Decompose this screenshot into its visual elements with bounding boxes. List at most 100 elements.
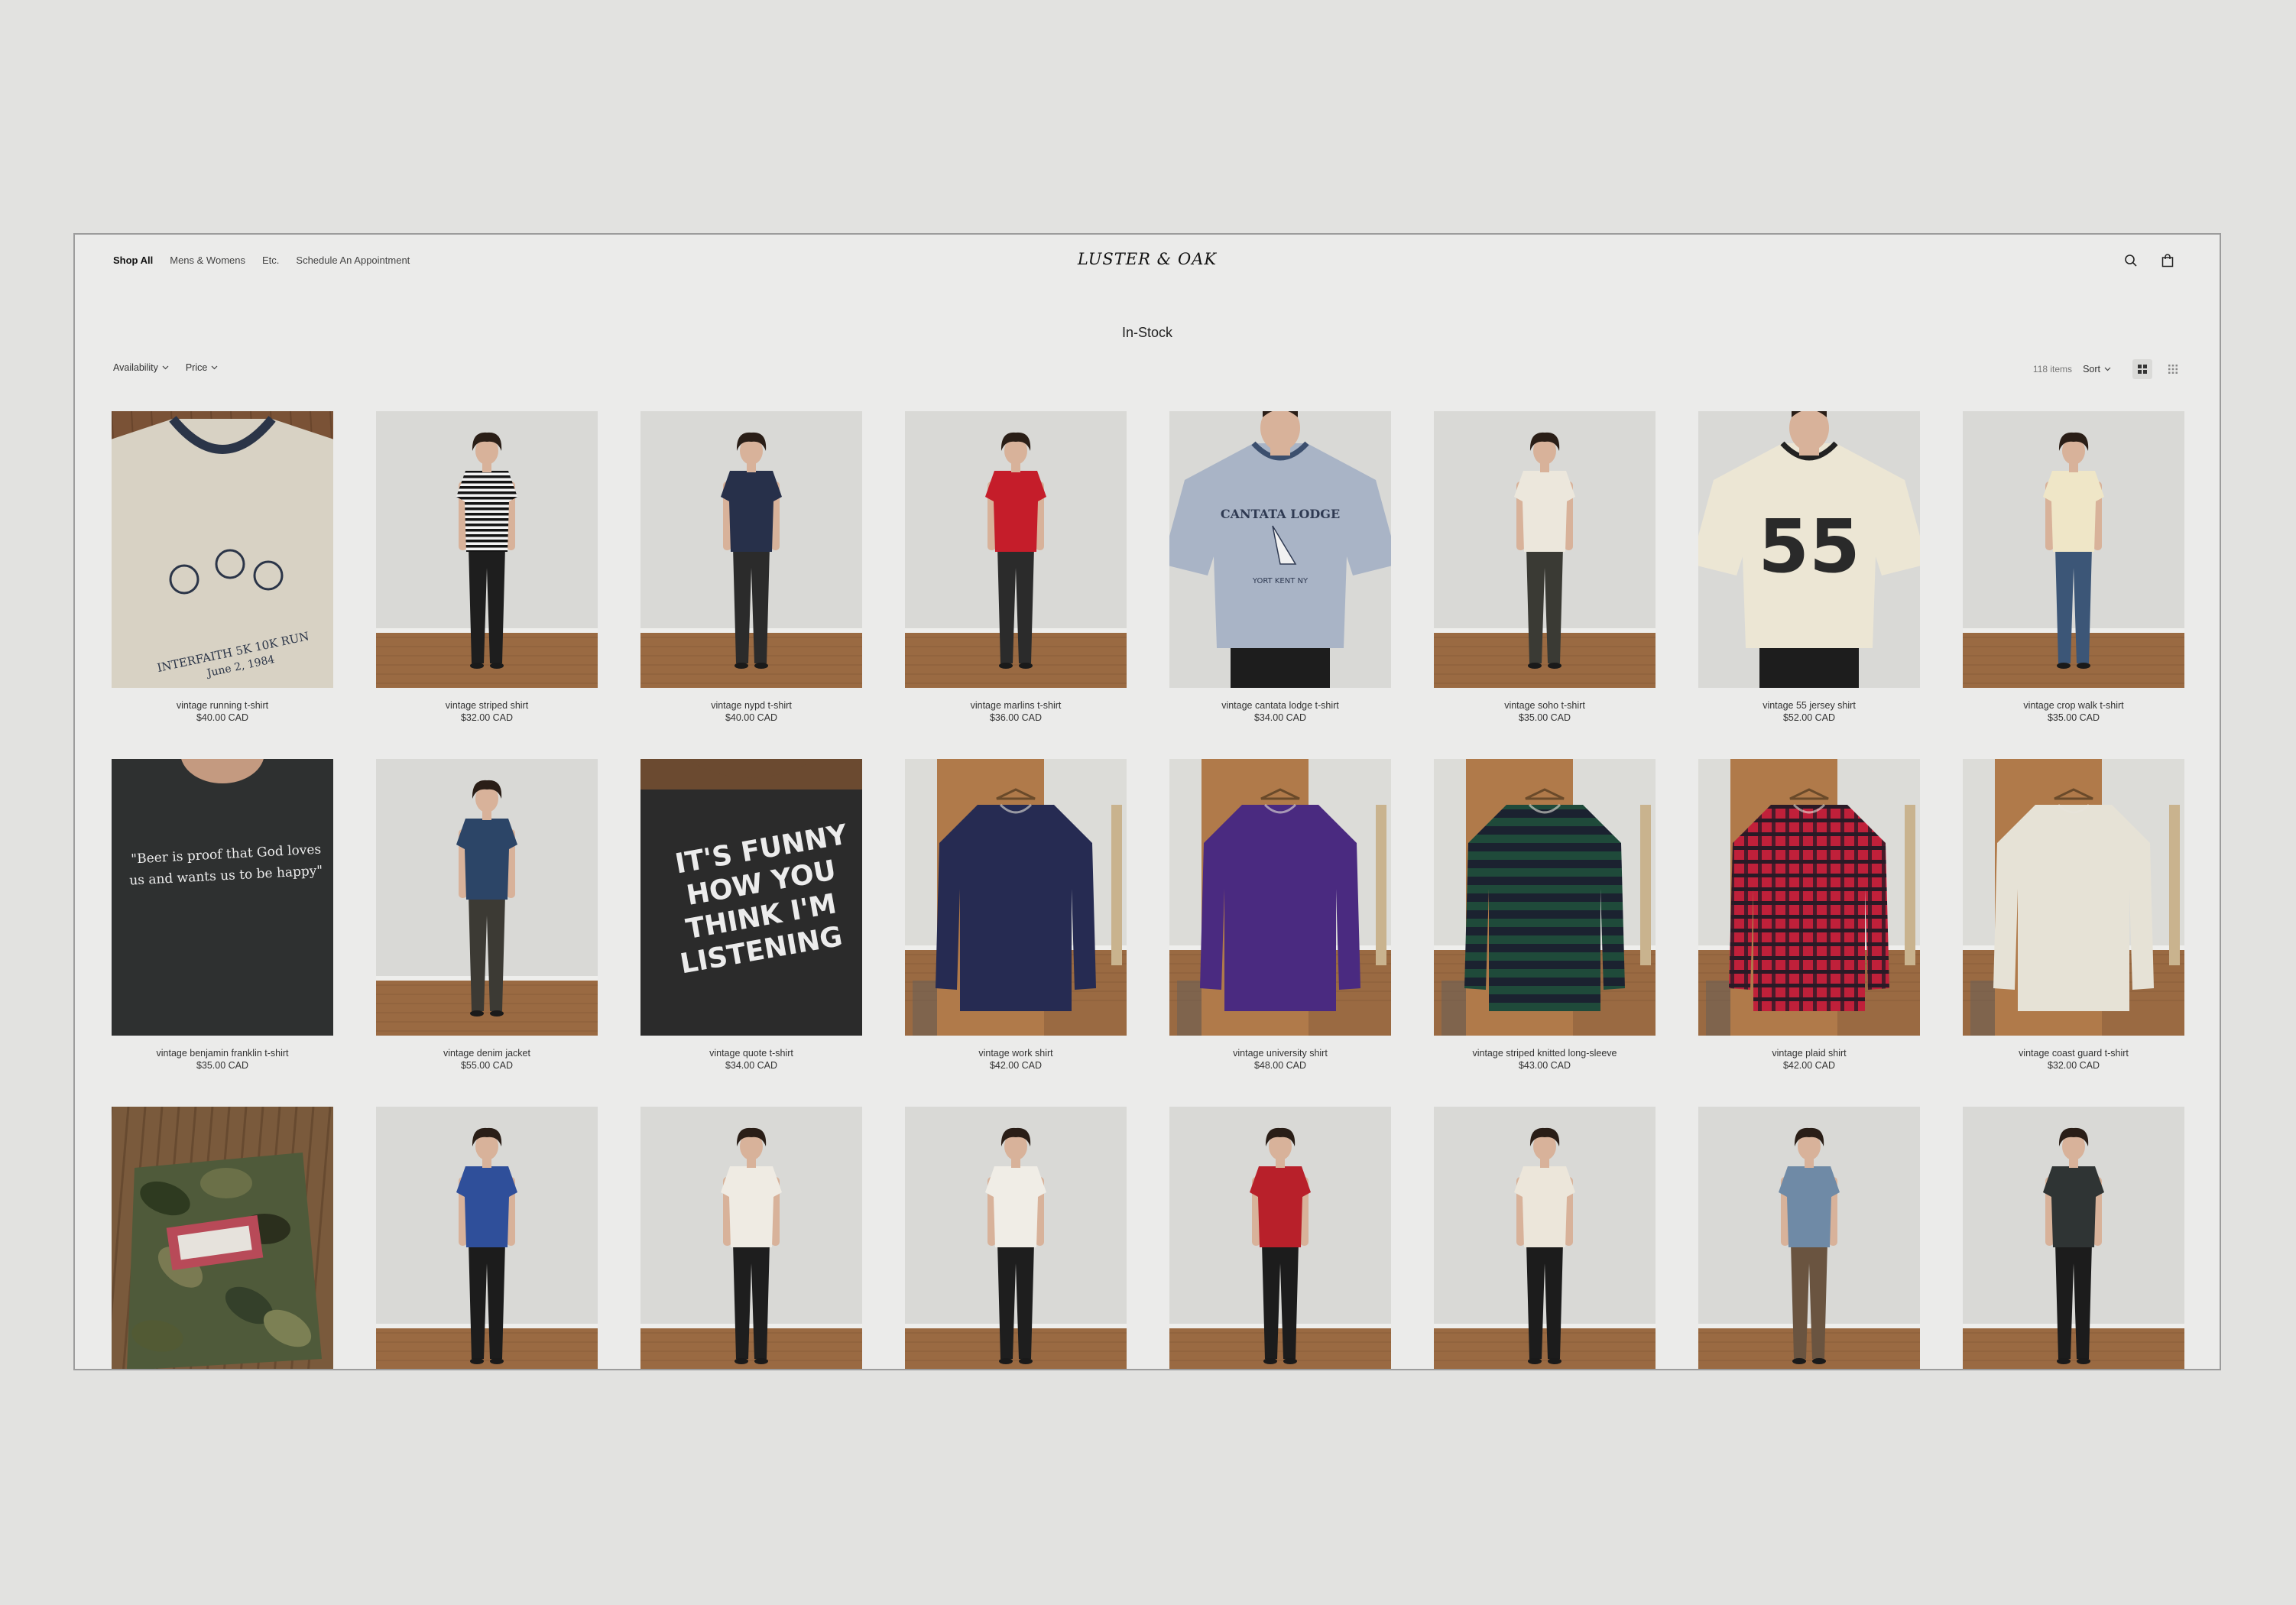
product-name[interactable]: vintage running t-shirt (112, 700, 333, 711)
product-card[interactable]: vintage striped shirt $32.00 CAD (376, 411, 598, 759)
product-image[interactable]: INTERFAITH 5K 10K RUN June 2, 1984 (112, 411, 333, 688)
product-image[interactable] (376, 1107, 598, 1369)
product-card[interactable]: vintage nypd t-shirt $40.00 CAD (640, 411, 862, 759)
product-card[interactable]: vintage denim jacket $55.00 CAD (376, 759, 598, 1107)
product-name[interactable]: vintage striped shirt (376, 700, 598, 711)
chevron-down-icon (211, 365, 218, 370)
product-image[interactable] (905, 411, 1127, 688)
product-name[interactable]: vintage 55 jersey shirt (1698, 700, 1920, 711)
nav-schedule-appointment[interactable]: Schedule An Appointment (296, 255, 410, 266)
product-card[interactable] (112, 1107, 333, 1369)
product-name[interactable]: vintage striped knitted long-sleeve (1434, 1048, 1656, 1059)
product-card[interactable]: vintage crop walk t-shirt $35.00 CAD (1963, 411, 2184, 759)
sort-dropdown[interactable]: Sort (2083, 364, 2111, 374)
product-price: $52.00 CAD (1782, 712, 1836, 723)
collection-toolbar: Availability Price 118 items Sort (113, 359, 2183, 379)
product-image[interactable]: CANTATA LODGE YORT KENT NY (1169, 411, 1391, 688)
product-image[interactable] (640, 411, 862, 688)
price-filter-label: Price (185, 362, 208, 373)
product-image[interactable] (1434, 759, 1656, 1036)
page-title: In-Stock (1121, 325, 1173, 340)
price-filter[interactable]: Price (186, 362, 218, 373)
product-card[interactable]: vintage soho t-shirt $35.00 CAD (1434, 411, 1656, 759)
svg-text:YORT KENT NY: YORT KENT NY (1252, 577, 1309, 585)
product-image[interactable] (1963, 759, 2184, 1036)
product-card[interactable]: 55 vintage 55 jersey shirt $52.00 CAD (1698, 411, 1920, 759)
availability-filter-label: Availability (113, 362, 158, 373)
product-price: $48.00 CAD (1253, 1060, 1307, 1071)
product-name[interactable]: vintage crop walk t-shirt (1963, 700, 2184, 711)
sort-label: Sort (2083, 364, 2100, 374)
product-card[interactable]: vintage university shirt $48.00 CAD (1169, 759, 1391, 1107)
product-image[interactable] (376, 411, 598, 688)
product-card[interactable]: vintage striped knitted long-sleeve $43.0… (1434, 759, 1656, 1107)
product-image[interactable]: IT'S FUNNY HOW YOU THINK I'M LISTENING (640, 759, 862, 1036)
product-image[interactable]: "Beer is proof that God loves us and want… (112, 759, 333, 1036)
product-name[interactable]: vintage marlins t-shirt (905, 700, 1127, 711)
product-price: $35.00 CAD (1518, 712, 1571, 723)
product-name[interactable]: vintage work shirt (905, 1048, 1127, 1059)
product-image[interactable]: 55 (1698, 411, 1920, 688)
search-icon[interactable] (2123, 253, 2139, 268)
product-image[interactable] (376, 759, 598, 1036)
grid-small-icon[interactable] (2163, 359, 2183, 379)
product-image[interactable] (1169, 759, 1391, 1036)
product-image[interactable] (112, 1107, 333, 1369)
grid-large-icon[interactable] (2132, 359, 2152, 379)
product-image[interactable] (1698, 759, 1920, 1036)
product-card[interactable]: CANTATA LODGE YORT KENT NY vintage cantata… (1169, 411, 1391, 759)
product-card[interactable] (1698, 1107, 1920, 1369)
browser-page: Shop All Mens & Womens Etc. Schedule An … (73, 233, 2221, 1370)
product-name[interactable]: vintage coast guard t-shirt (1963, 1048, 2184, 1059)
product-card[interactable]: vintage plaid shirt $42.00 CAD (1698, 759, 1920, 1107)
product-price: $43.00 CAD (1518, 1060, 1571, 1071)
product-name[interactable]: vintage plaid shirt (1698, 1048, 1920, 1059)
product-image[interactable] (1434, 1107, 1656, 1369)
chevron-down-icon (2104, 367, 2111, 371)
product-card[interactable]: "Beer is proof that God loves us and want… (112, 759, 333, 1107)
product-image[interactable] (1963, 411, 2184, 688)
product-card[interactable] (640, 1107, 862, 1369)
nav-shop-all[interactable]: Shop All (113, 255, 153, 266)
product-card[interactable]: IT'S FUNNY HOW YOU THINK I'M LISTENING vinta… (640, 759, 862, 1107)
product-image[interactable] (1434, 411, 1656, 688)
product-card[interactable]: vintage work shirt $42.00 CAD (905, 759, 1127, 1107)
product-card[interactable]: vintage marlins t-shirt $36.00 CAD (905, 411, 1127, 759)
product-price: $32.00 CAD (460, 712, 514, 723)
product-image[interactable] (1698, 1107, 1920, 1369)
filters: Availability Price (113, 362, 218, 373)
product-image[interactable] (1963, 1107, 2184, 1369)
product-price: $42.00 CAD (1782, 1060, 1836, 1071)
product-name[interactable]: vintage soho t-shirt (1434, 700, 1656, 711)
product-card[interactable] (376, 1107, 598, 1369)
product-price: $34.00 CAD (1253, 712, 1307, 723)
nav-mens-womens[interactable]: Mens & Womens (170, 255, 245, 266)
product-name[interactable]: vintage cantata lodge t-shirt (1169, 700, 1391, 711)
product-card[interactable]: INTERFAITH 5K 10K RUN June 2, 1984 vintage… (112, 411, 333, 759)
product-card[interactable]: vintage coast guard t-shirt $32.00 CAD (1963, 759, 2184, 1107)
product-price: $34.00 CAD (725, 1060, 778, 1071)
chevron-down-icon (162, 365, 169, 370)
availability-filter[interactable]: Availability (113, 362, 169, 373)
bag-icon[interactable] (2160, 253, 2175, 268)
product-card[interactable] (1434, 1107, 1656, 1369)
product-card[interactable] (1963, 1107, 2184, 1369)
product-card[interactable] (905, 1107, 1127, 1369)
product-grid: INTERFAITH 5K 10K RUN June 2, 1984 vintage… (112, 411, 2186, 1369)
product-name[interactable]: vintage university shirt (1169, 1048, 1391, 1059)
nav-etc[interactable]: Etc. (262, 255, 279, 266)
site-logo[interactable]: LUSTER & OAK (1078, 250, 1217, 268)
product-image[interactable] (905, 759, 1127, 1036)
product-name[interactable]: vintage quote t-shirt (640, 1048, 862, 1059)
main-nav: Shop All Mens & Womens Etc. Schedule An … (113, 255, 410, 266)
product-image[interactable] (905, 1107, 1127, 1369)
product-price: $55.00 CAD (460, 1060, 514, 1071)
product-image[interactable] (640, 1107, 862, 1369)
product-name[interactable]: vintage benjamin franklin t-shirt (112, 1048, 333, 1059)
product-price: $32.00 CAD (2047, 1060, 2100, 1071)
product-card[interactable] (1169, 1107, 1391, 1369)
product-price: $40.00 CAD (725, 712, 778, 723)
product-name[interactable]: vintage nypd t-shirt (640, 700, 862, 711)
product-name[interactable]: vintage denim jacket (376, 1048, 598, 1059)
product-image[interactable] (1169, 1107, 1391, 1369)
